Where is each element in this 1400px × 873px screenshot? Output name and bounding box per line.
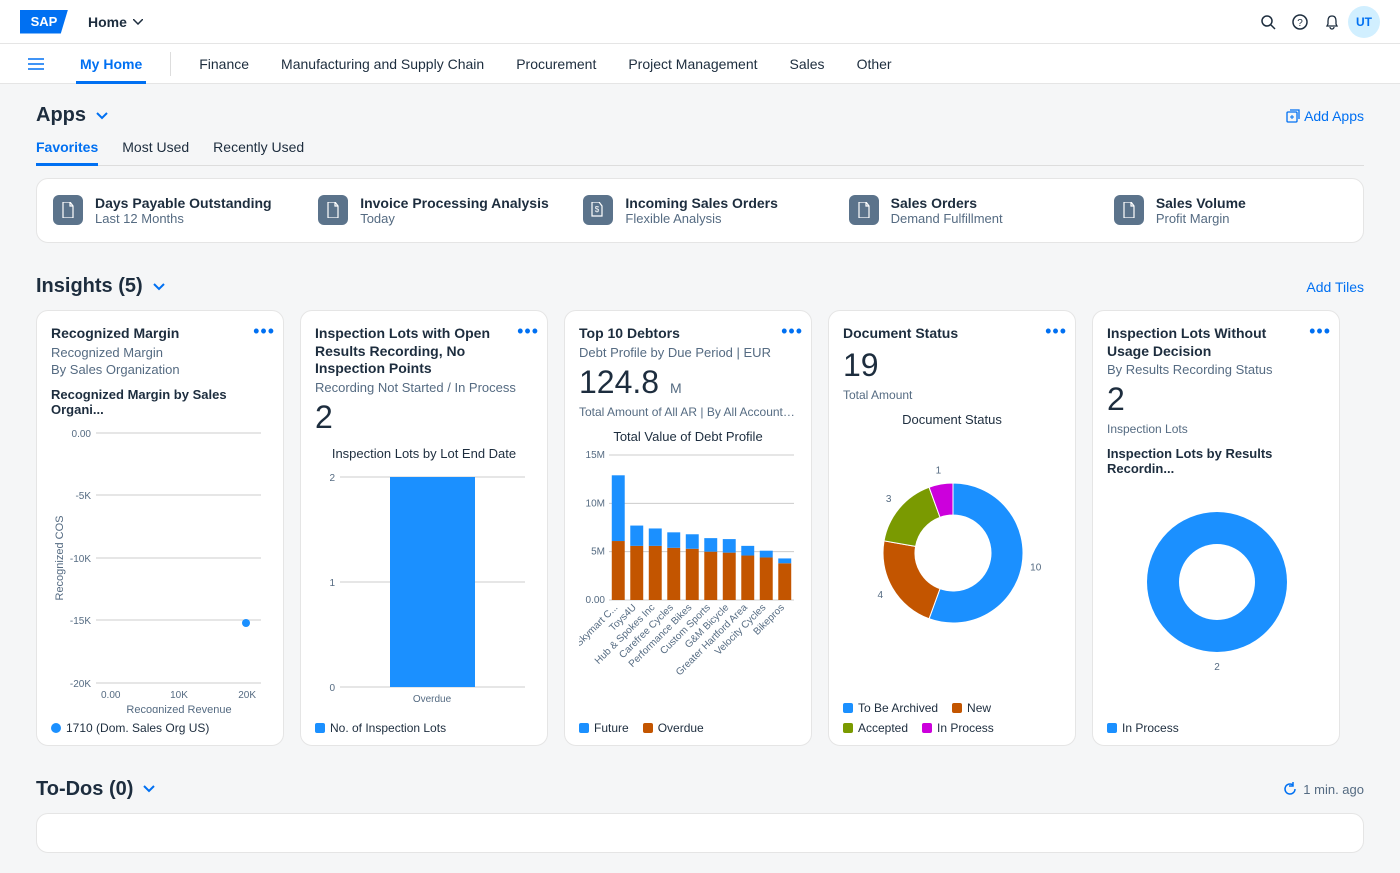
todos-collapse-icon[interactable] bbox=[143, 785, 155, 793]
help-icon[interactable]: ? bbox=[1284, 6, 1316, 38]
nav-finance[interactable]: Finance bbox=[195, 44, 253, 84]
document-icon bbox=[1114, 195, 1144, 225]
legend-item: Accepted bbox=[843, 721, 908, 735]
svg-text:10: 10 bbox=[1030, 562, 1042, 573]
svg-text:20K: 20K bbox=[238, 690, 256, 701]
svg-text:0.00: 0.00 bbox=[101, 690, 121, 701]
add-apps-link[interactable]: Add Apps bbox=[1286, 108, 1364, 124]
legend-item: 1710 (Dom. Sales Org US) bbox=[51, 721, 209, 735]
nav-divider bbox=[170, 52, 171, 76]
user-avatar[interactable]: UT bbox=[1348, 6, 1380, 38]
card-menu-icon[interactable]: ••• bbox=[517, 321, 539, 342]
sap-logo: SAP bbox=[20, 10, 68, 34]
tab-recently-used[interactable]: Recently Used bbox=[213, 139, 304, 165]
nav-project-management[interactable]: Project Management bbox=[624, 44, 761, 84]
card-document-status[interactable]: ••• Document Status 19 Total Amount Docu… bbox=[828, 310, 1076, 746]
svg-text:Recognized Revenue: Recognized Revenue bbox=[126, 704, 231, 713]
insights-title: Insights (5) bbox=[36, 275, 143, 298]
svg-text:1: 1 bbox=[936, 465, 942, 476]
chart-title: Document Status bbox=[843, 412, 1061, 427]
card-menu-icon[interactable]: ••• bbox=[1045, 321, 1067, 342]
svg-text:-5K: -5K bbox=[75, 491, 91, 502]
document-icon bbox=[318, 195, 348, 225]
todos-updated: 1 min. ago bbox=[1303, 782, 1364, 797]
tab-most-used[interactable]: Most Used bbox=[122, 139, 189, 165]
svg-text:15M: 15M bbox=[586, 450, 605, 461]
search-icon[interactable] bbox=[1252, 6, 1284, 38]
svg-text:2: 2 bbox=[329, 473, 335, 484]
bar-chart: 2 1 0 Overdue bbox=[315, 467, 535, 707]
notifications-icon[interactable] bbox=[1316, 6, 1348, 38]
apps-row: Days Payable OutstandingLast 12 Months I… bbox=[36, 178, 1364, 243]
donut-chart: 10 4 3 1 bbox=[843, 433, 1063, 683]
legend-item: In Process bbox=[922, 721, 994, 735]
stacked-bar-chart: 0.005M10M15MSkymart C...Toys4UHub & Spok… bbox=[579, 450, 799, 680]
app-title-dropdown[interactable]: Home bbox=[88, 14, 143, 30]
svg-text:-15K: -15K bbox=[70, 616, 91, 627]
svg-text:Overdue: Overdue bbox=[413, 694, 452, 705]
legend-item: In Process bbox=[1107, 721, 1179, 735]
svg-text:0: 0 bbox=[329, 683, 335, 694]
apps-collapse-icon[interactable] bbox=[96, 112, 108, 120]
card-inspection-lots-no-usage[interactable]: ••• Inspection Lots Without Usage Decisi… bbox=[1092, 310, 1340, 746]
legend-item: To Be Archived bbox=[843, 701, 938, 715]
svg-text:4: 4 bbox=[877, 590, 883, 601]
todos-panel bbox=[36, 813, 1364, 853]
nav-manufacturing[interactable]: Manufacturing and Supply Chain bbox=[277, 44, 488, 84]
app-item-invoice[interactable]: Invoice Processing AnalysisToday bbox=[318, 195, 551, 226]
donut-chart: 2 bbox=[1107, 482, 1327, 702]
svg-text:5M: 5M bbox=[591, 546, 605, 557]
todos-title: To-Dos (0) bbox=[36, 778, 133, 801]
document-icon bbox=[53, 195, 83, 225]
scatter-chart: 0.00 -5K -10K -15K -20K 0.00 10K 20K Rec… bbox=[51, 423, 271, 713]
chart-title: Total Value of Debt Profile bbox=[579, 429, 797, 444]
svg-text:3: 3 bbox=[886, 494, 892, 505]
svg-text:0.00: 0.00 bbox=[72, 429, 92, 440]
card-menu-icon[interactable]: ••• bbox=[1309, 321, 1331, 342]
app-title-text: Home bbox=[88, 14, 127, 30]
refresh-icon[interactable] bbox=[1283, 782, 1297, 796]
svg-text:10K: 10K bbox=[170, 690, 188, 701]
card-menu-icon[interactable]: ••• bbox=[253, 321, 275, 342]
apps-title: Apps bbox=[36, 104, 86, 127]
nav-procurement[interactable]: Procurement bbox=[512, 44, 600, 84]
svg-text:$: $ bbox=[595, 205, 600, 214]
legend-item: Future bbox=[579, 721, 629, 735]
insights-collapse-icon[interactable] bbox=[153, 283, 165, 291]
app-item-sales-volume[interactable]: Sales VolumeProfit Margin bbox=[1114, 195, 1347, 226]
svg-text:?: ? bbox=[1297, 18, 1303, 29]
svg-text:10M: 10M bbox=[586, 498, 605, 509]
card-top-debtors[interactable]: ••• Top 10 Debtors Debt Profile by Due P… bbox=[564, 310, 812, 746]
nav-other[interactable]: Other bbox=[853, 44, 896, 84]
tab-favorites[interactable]: Favorites bbox=[36, 139, 98, 165]
card-recognized-margin[interactable]: ••• Recognized Margin Recognized Margin … bbox=[36, 310, 284, 746]
add-apps-icon bbox=[1286, 109, 1300, 123]
svg-text:0.00: 0.00 bbox=[586, 595, 606, 606]
app-item-sales-orders[interactable]: Sales OrdersDemand Fulfillment bbox=[849, 195, 1082, 226]
app-item-incoming-sales[interactable]: $ Incoming Sales OrdersFlexible Analysis bbox=[583, 195, 816, 226]
chevron-down-icon bbox=[133, 19, 143, 25]
chart-title: Inspection Lots by Results Recordin... bbox=[1107, 446, 1325, 476]
app-item-days-payable[interactable]: Days Payable OutstandingLast 12 Months bbox=[53, 195, 286, 226]
svg-text:-10K: -10K bbox=[70, 554, 91, 565]
chart-title: Inspection Lots by Lot End Date bbox=[315, 446, 533, 461]
add-tiles-link[interactable]: Add Tiles bbox=[1306, 279, 1364, 295]
svg-text:2: 2 bbox=[1214, 662, 1220, 673]
hamburger-icon[interactable] bbox=[20, 48, 52, 80]
svg-text:1: 1 bbox=[329, 578, 335, 589]
chart-title: Recognized Margin by Sales Organi... bbox=[51, 387, 269, 417]
legend-item: New bbox=[952, 701, 991, 715]
nav-my-home[interactable]: My Home bbox=[76, 44, 146, 84]
card-menu-icon[interactable]: ••• bbox=[781, 321, 803, 342]
svg-text:-20K: -20K bbox=[70, 679, 91, 690]
legend-item: Overdue bbox=[643, 721, 704, 735]
nav-sales[interactable]: Sales bbox=[786, 44, 829, 84]
document-icon bbox=[849, 195, 879, 225]
svg-text:Recognized COS: Recognized COS bbox=[54, 515, 66, 600]
money-document-icon: $ bbox=[583, 195, 613, 225]
legend-item: No. of Inspection Lots bbox=[315, 721, 446, 735]
card-inspection-lots-open[interactable]: ••• Inspection Lots with Open Results Re… bbox=[300, 310, 548, 746]
